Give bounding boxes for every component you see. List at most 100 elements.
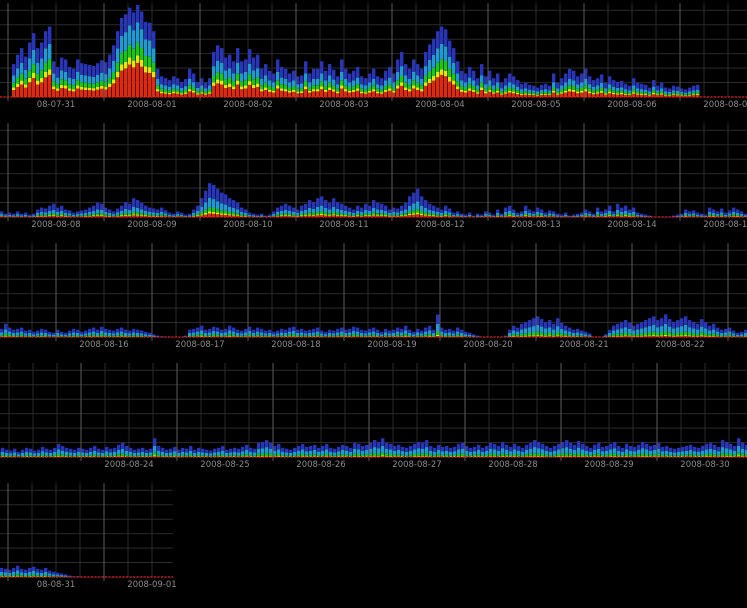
chart-bar-segment bbox=[733, 454, 737, 457]
chart-bar-segment bbox=[289, 449, 293, 453]
chart-bar-segment bbox=[208, 207, 212, 212]
chart-bar-segment bbox=[728, 327, 732, 332]
chart-bar-segment bbox=[72, 89, 76, 92]
chart-bar-segment bbox=[408, 196, 412, 206]
chart-bar-segment bbox=[68, 333, 72, 336]
chart-bar-segment bbox=[28, 70, 32, 78]
chart-bar-segment bbox=[532, 326, 536, 333]
chart-bar-segment bbox=[396, 59, 400, 72]
chart-bar-segment bbox=[272, 331, 276, 335]
chart-bar-segment bbox=[112, 45, 116, 61]
chart-bar-segment bbox=[380, 85, 384, 90]
chart-bar-segment bbox=[440, 213, 444, 216]
chart-bar-segment bbox=[116, 214, 120, 216]
chart-bar-segment bbox=[457, 454, 461, 456]
chart-bar-segment bbox=[656, 92, 660, 95]
chart-bar-segment bbox=[556, 318, 560, 327]
chart-bar-segment bbox=[488, 70, 492, 81]
chart-bar-segment bbox=[352, 70, 356, 81]
chart-bar-segment bbox=[52, 332, 56, 335]
chart-bar-segment bbox=[580, 82, 584, 88]
chart-bar-segment bbox=[20, 73, 24, 81]
chart-bar-segment bbox=[548, 335, 552, 337]
chart-bar-segment bbox=[613, 448, 617, 454]
chart-bar-segment bbox=[265, 440, 269, 448]
chart-bar-segment bbox=[128, 57, 132, 65]
chart-bar-segment bbox=[172, 76, 176, 85]
chart-bar-segment bbox=[140, 11, 144, 30]
chart-bar-segment bbox=[640, 328, 644, 334]
chart-bar-segment bbox=[56, 207, 60, 212]
chart-bar-segment bbox=[436, 48, 440, 63]
chart-bar-segment bbox=[261, 453, 265, 456]
chart-bar-segment bbox=[384, 86, 388, 90]
chart-bar-segment bbox=[48, 334, 52, 337]
chart-bar-segment bbox=[456, 211, 460, 215]
chart-bar-segment bbox=[324, 89, 328, 92]
chart-bar-segment bbox=[500, 82, 504, 89]
chart-bar-segment bbox=[400, 332, 404, 336]
chart-bar-segment bbox=[136, 212, 140, 215]
chart-bar-segment bbox=[504, 212, 508, 215]
chart-bar-segment bbox=[264, 82, 268, 88]
chart-bar-segment bbox=[560, 322, 564, 329]
chart-bar-segment bbox=[332, 69, 336, 80]
chart-bar-segment bbox=[368, 332, 372, 336]
chart-bar-segment bbox=[80, 334, 84, 337]
chart-bar-segment bbox=[517, 446, 521, 451]
chart-bar-segment bbox=[224, 194, 228, 205]
chart-bar-segment bbox=[468, 77, 472, 85]
chart-bar-segment bbox=[340, 72, 344, 81]
chart-bar-segment bbox=[369, 448, 373, 454]
chart-bar-segment bbox=[328, 329, 332, 333]
chart-bar-segment bbox=[545, 446, 549, 451]
chart-bar-segment bbox=[40, 82, 44, 97]
chart-bar-segment bbox=[285, 448, 289, 453]
chart-bar-segment bbox=[184, 86, 188, 90]
chart-bar-segment bbox=[388, 215, 392, 216]
chart-bar-segment bbox=[660, 332, 664, 336]
chart-bar-segment bbox=[636, 212, 640, 215]
chart-bar-segment bbox=[628, 209, 632, 213]
chart-bar-segment bbox=[392, 214, 396, 216]
chart-bar-segment bbox=[288, 331, 292, 335]
chart-bar-segment bbox=[564, 330, 568, 335]
chart-bar-segment bbox=[500, 93, 504, 95]
chart-bar-segment bbox=[412, 334, 416, 337]
chart-bar-segment bbox=[581, 449, 585, 454]
chart-bar-segment bbox=[413, 454, 417, 456]
chart-bar-segment bbox=[596, 78, 600, 86]
chart-bar-segment bbox=[85, 452, 89, 456]
chart-bar-segment bbox=[588, 88, 592, 92]
chart-bar-segment bbox=[292, 212, 296, 215]
chart-bar-segment bbox=[177, 452, 181, 456]
chart-bar-segment bbox=[672, 92, 676, 95]
chart-bar-segment bbox=[540, 326, 544, 333]
chart-bar-segment bbox=[436, 323, 440, 332]
chart-bar-segment bbox=[276, 59, 280, 72]
chart-bar-segment bbox=[324, 207, 328, 213]
chart-bar-segment bbox=[228, 83, 232, 87]
chart-bar-segment bbox=[100, 60, 104, 73]
chart-bar-segment bbox=[192, 90, 196, 93]
chart-bar-segment bbox=[684, 94, 688, 96]
chart-bar-segment bbox=[364, 330, 368, 334]
chart-bar-segment bbox=[380, 92, 384, 94]
chart-bar-segment bbox=[256, 87, 260, 97]
chart-bar-segment bbox=[432, 38, 436, 55]
chart-bar-segment bbox=[173, 451, 177, 455]
chart-bar-segment bbox=[204, 88, 208, 92]
chart-bar-segment bbox=[681, 451, 685, 455]
chart-bar-segment bbox=[108, 54, 112, 69]
chart-bar-segment bbox=[644, 335, 648, 337]
chart-bar-segment bbox=[201, 448, 205, 453]
chart-bar-segment bbox=[668, 95, 672, 96]
chart-bar-segment bbox=[420, 333, 424, 336]
chart-bar-segment bbox=[688, 320, 692, 328]
chart-bar-segment bbox=[156, 91, 160, 97]
chart-bar-segment bbox=[100, 85, 104, 89]
chart-bar-segment bbox=[0, 214, 4, 216]
chart-bar-segment bbox=[348, 328, 352, 333]
chart-bar-segment bbox=[173, 446, 177, 452]
chart-bar-segment bbox=[704, 335, 708, 337]
